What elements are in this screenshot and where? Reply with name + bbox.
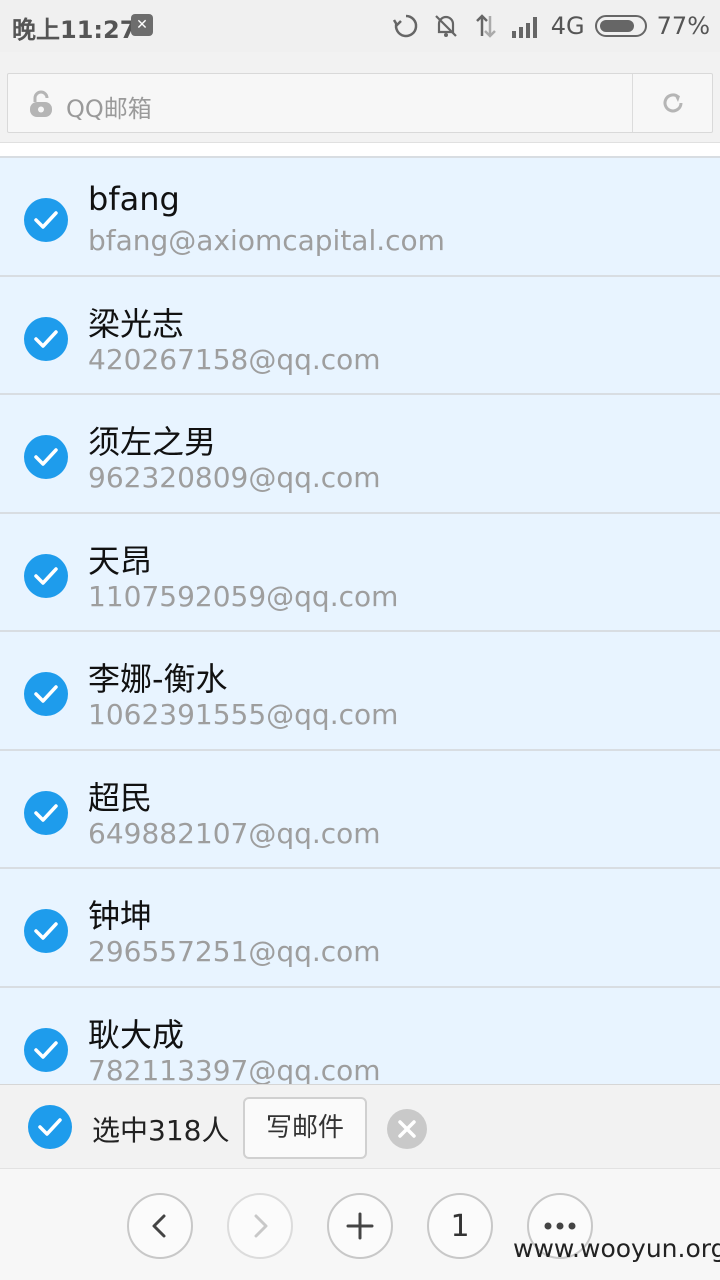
contact-row[interactable]: 耿大成 782113397@qq.com bbox=[0, 985, 720, 1085]
contact-checkbox[interactable] bbox=[24, 790, 68, 835]
contact-email: 962320809@qq.com bbox=[88, 461, 381, 494]
contact-name: 天昂 bbox=[88, 541, 153, 580]
contact-name: 梁光志 bbox=[88, 304, 185, 343]
watermark: www.wooyun.org bbox=[513, 1234, 720, 1263]
selected-count: 选中318人 bbox=[92, 1114, 230, 1147]
checkmark-icon bbox=[34, 922, 58, 940]
checkmark-icon bbox=[38, 1118, 62, 1136]
contact-row[interactable]: 梁光志 420267158@qq.com bbox=[0, 274, 720, 393]
chevron-left-icon bbox=[152, 1214, 166, 1238]
reload-button[interactable] bbox=[633, 74, 713, 132]
contact-email: 420267158@qq.com bbox=[88, 342, 381, 376]
contact-name: 耿大成 bbox=[88, 1015, 185, 1054]
checkmark-icon bbox=[34, 211, 58, 229]
browser-toolbar: QQ邮箱 bbox=[0, 52, 720, 142]
checkmark-icon bbox=[34, 448, 58, 466]
checkmark-icon bbox=[34, 329, 58, 348]
checkmark-icon bbox=[34, 803, 58, 822]
contact-email: bfang@axiomcapital.com bbox=[88, 224, 445, 257]
contact-checkbox[interactable] bbox=[24, 435, 68, 479]
sync-icon bbox=[391, 11, 421, 41]
battery-icon bbox=[594, 15, 647, 37]
new-tab-button[interactable] bbox=[327, 1193, 393, 1259]
tabs-button[interactable]: 1 bbox=[427, 1193, 493, 1259]
tab-count: 1 bbox=[450, 1208, 470, 1244]
contact-name: bfang bbox=[88, 180, 180, 218]
selection-bar: 选中318人 写邮件 bbox=[0, 1084, 720, 1168]
reload-icon bbox=[663, 93, 683, 113]
contact-email: 296557251@qq.com bbox=[88, 935, 381, 968]
contact-checkbox[interactable] bbox=[24, 316, 68, 361]
contact-checkbox[interactable] bbox=[24, 909, 68, 953]
contact-row[interactable]: 李娜-衡水 1062391555@qq.com bbox=[0, 630, 720, 749]
list-top-divider bbox=[0, 142, 720, 156]
battery-level bbox=[599, 20, 634, 32]
contact-checkbox[interactable] bbox=[24, 672, 68, 716]
contact-name: 李娜-衡水 bbox=[88, 660, 228, 698]
screen: 晚上11:27 ✕ 4G 77% QQ邮箱 bfang bfang@axiomc… bbox=[0, 0, 720, 1280]
contact-checkbox[interactable] bbox=[24, 553, 68, 598]
status-bar: 晚上11:27 ✕ 4G 77% bbox=[0, 0, 720, 52]
lock-icon bbox=[28, 90, 54, 118]
close-icon bbox=[398, 1120, 416, 1138]
checkmark-icon bbox=[34, 566, 58, 585]
contact-list[interactable]: bfang bfang@axiomcapital.com 梁光志 420267158@… bbox=[0, 156, 720, 1084]
browser-bottom-nav: 1 bbox=[0, 1168, 720, 1280]
app-notification-icon: ✕ bbox=[131, 14, 153, 36]
write-mail-button[interactable]: 写邮件 bbox=[243, 1097, 367, 1159]
chevron-right-icon bbox=[254, 1214, 268, 1238]
mute-bell-icon bbox=[431, 11, 461, 41]
forward-button[interactable] bbox=[227, 1193, 293, 1259]
contact-email: 782113397@qq.com bbox=[88, 1053, 381, 1085]
contact-name: 须左之男 bbox=[88, 423, 217, 461]
checkmark-icon bbox=[34, 685, 58, 703]
status-time: 晚上11:27 bbox=[12, 16, 137, 44]
contact-checkbox[interactable] bbox=[24, 1027, 68, 1072]
back-button[interactable] bbox=[127, 1193, 193, 1259]
contact-email: 649882107@qq.com bbox=[88, 816, 381, 850]
plus-icon bbox=[346, 1212, 374, 1240]
select-all-checkbox[interactable] bbox=[28, 1105, 72, 1149]
contact-name: 钟坤 bbox=[88, 897, 153, 935]
contact-row[interactable]: 超民 649882107@qq.com bbox=[0, 748, 720, 867]
contact-email: 1062391555@qq.com bbox=[88, 698, 399, 731]
page-title: QQ邮箱 bbox=[66, 95, 152, 123]
contact-name: 超民 bbox=[88, 778, 153, 817]
contact-row[interactable]: bfang bfang@axiomcapital.com bbox=[0, 156, 720, 275]
contact-email: 1107592059@qq.com bbox=[88, 579, 399, 613]
contact-row[interactable]: 钟坤 296557251@qq.com bbox=[0, 867, 720, 986]
address-bar[interactable]: QQ邮箱 bbox=[7, 73, 713, 133]
network-type: 4G bbox=[550, 12, 585, 40]
clear-selection-button[interactable] bbox=[387, 1109, 427, 1149]
contact-row[interactable]: 天昂 1107592059@qq.com bbox=[0, 511, 720, 630]
battery-percent: 77% bbox=[656, 12, 710, 40]
contact-checkbox[interactable] bbox=[24, 198, 68, 242]
signal-icon bbox=[511, 11, 541, 41]
contact-row[interactable]: 须左之男 962320809@qq.com bbox=[0, 393, 720, 512]
status-icons: 4G 77% bbox=[391, 8, 710, 44]
more-dots-icon bbox=[544, 1222, 576, 1230]
data-transfer-icon bbox=[471, 11, 501, 41]
checkmark-icon bbox=[34, 1040, 58, 1059]
